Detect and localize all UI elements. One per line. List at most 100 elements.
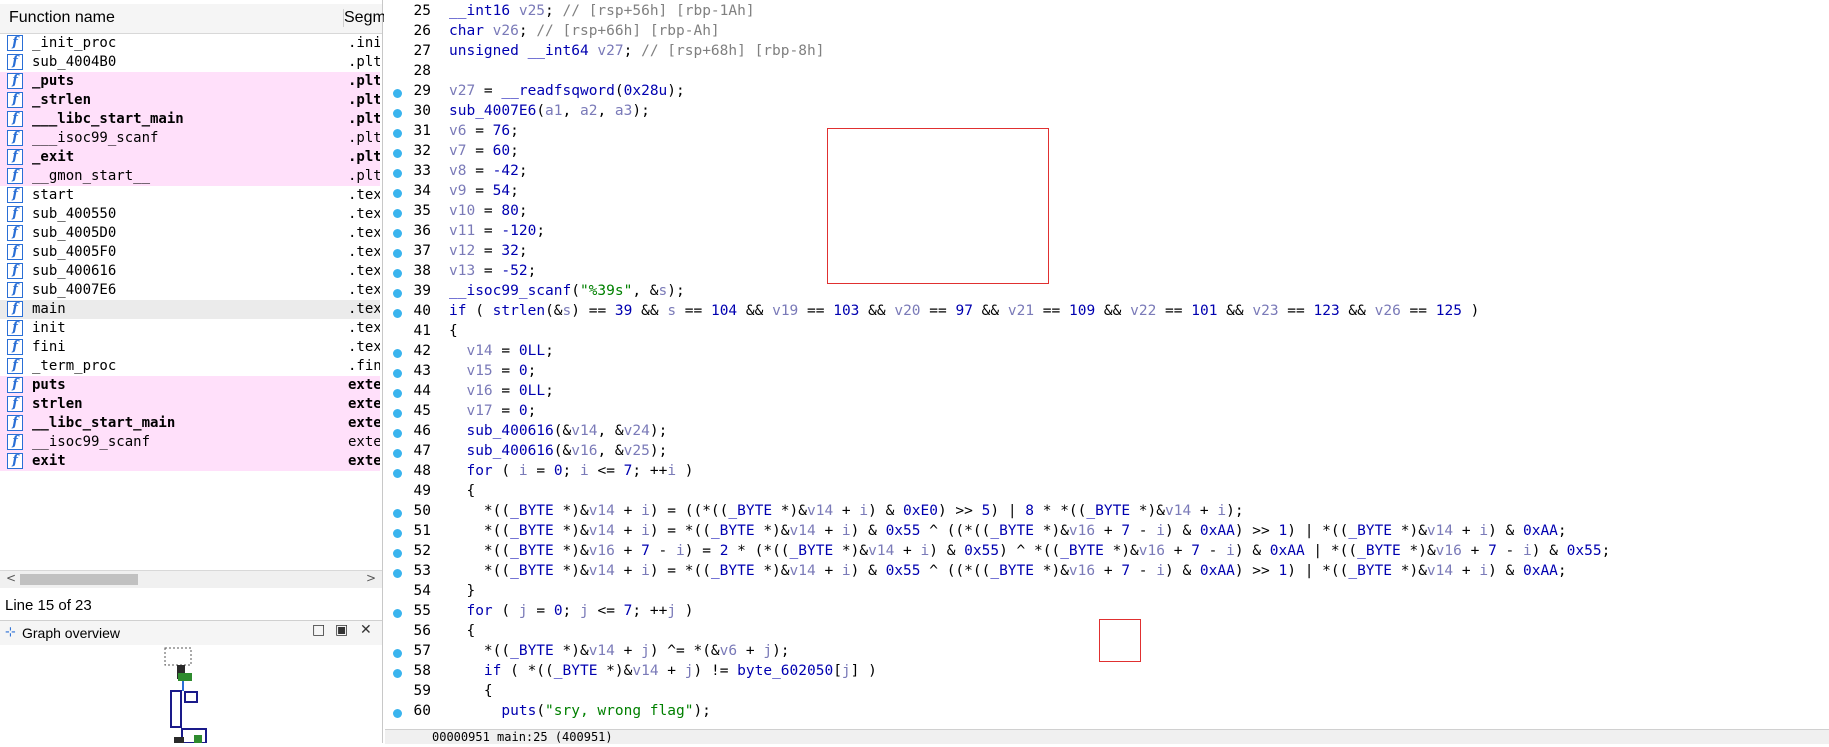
code-text[interactable]: puts("sry, wrong flag"); xyxy=(449,703,711,719)
function-row[interactable]: f __isoc99_scanf extern xyxy=(0,433,380,452)
function-row[interactable]: f sub_400550 .text xyxy=(0,205,380,224)
function-row[interactable]: f sub_4005D0 .text xyxy=(0,224,380,243)
code-line[interactable]: 50 *((_BYTE *)&v14 + i) = ((*((_BYTE *)&… xyxy=(385,503,1825,523)
code-text[interactable]: { xyxy=(449,683,493,699)
code-line[interactable]: 34 v9 = 54; xyxy=(385,183,1825,203)
code-line[interactable]: 31 v6 = 76; xyxy=(385,123,1825,143)
code-line[interactable]: 48 for ( i = 0; i <= 7; ++i ) xyxy=(385,463,1825,483)
code-line[interactable]: 60 puts("sry, wrong flag"); xyxy=(385,703,1825,723)
code-line[interactable]: 30 sub_4007E6(a1, a2, a3); xyxy=(385,103,1825,123)
code-line[interactable]: 47 sub_400616(&v16, &v25); xyxy=(385,443,1825,463)
code-line[interactable]: 58 if ( *((_BYTE *)&v14 + j) != byte_602… xyxy=(385,663,1825,683)
function-row[interactable]: f _puts .plt xyxy=(0,72,380,91)
float-window-icon[interactable]: ▣ xyxy=(335,622,348,638)
code-line[interactable]: 38 v13 = -52; xyxy=(385,263,1825,283)
code-text[interactable]: sub_400616(&v16, &v25); xyxy=(449,443,667,459)
code-line[interactable]: 51 *((_BYTE *)&v14 + i) = *((_BYTE *)&v1… xyxy=(385,523,1825,543)
code-line[interactable]: 45 v17 = 0; xyxy=(385,403,1825,423)
code-line[interactable]: 32 v7 = 60; xyxy=(385,143,1825,163)
code-line[interactable]: 27 unsigned __int64 v27; // [rsp+68h] [rb… xyxy=(385,43,1825,63)
function-row[interactable]: f _init_proc .init xyxy=(0,34,380,53)
function-row[interactable]: f _exit .plt xyxy=(0,148,380,167)
code-text[interactable]: __int16 v25; // [rsp+56h] [rbp-1Ah] xyxy=(449,3,755,19)
code-text[interactable]: *((_BYTE *)&v14 + i) = *((_BYTE *)&v14 +… xyxy=(449,563,1567,579)
code-line[interactable]: 40 if ( strlen(&s) == 39 && s == 104 && v… xyxy=(385,303,1825,323)
code-text[interactable]: v12 = 32; xyxy=(449,243,528,259)
code-text[interactable]: { xyxy=(449,483,475,499)
code-text[interactable]: v27 = __readfsqword(0x28u); xyxy=(449,83,685,99)
pseudocode-view[interactable]: 25 __int16 v25; // [rsp+56h] [rbp-1Ah] 26 c… xyxy=(385,0,1829,743)
code-text[interactable]: unsigned __int64 v27; // [rsp+68h] [rbp-… xyxy=(449,43,824,59)
function-row[interactable]: f ___libc_start_main .plt xyxy=(0,110,380,129)
code-text[interactable]: v9 = 54; xyxy=(449,183,519,199)
code-text[interactable]: v14 = 0LL; xyxy=(449,343,553,359)
function-row[interactable]: ffini .text xyxy=(0,338,380,357)
functions-horizontal-scrollbar[interactable]: < > xyxy=(0,570,382,588)
close-icon[interactable]: ✕ xyxy=(360,622,372,638)
code-text[interactable]: if ( *((_BYTE *)&v14 + j) != byte_602050… xyxy=(449,663,877,679)
code-text[interactable]: v11 = -120; xyxy=(449,223,545,239)
code-text[interactable]: for ( j = 0; j <= 7; ++j ) xyxy=(449,603,693,619)
code-line[interactable]: 46 sub_400616(&v14, &v24); xyxy=(385,423,1825,443)
function-row[interactable]: f ___isoc99_scanf .plt xyxy=(0,129,380,148)
code-line[interactable]: 33 v8 = -42; xyxy=(385,163,1825,183)
function-row[interactable]: fputs extern xyxy=(0,376,380,395)
code-line[interactable]: 44 v16 = 0LL; xyxy=(385,383,1825,403)
function-row[interactable]: f _strlen .plt xyxy=(0,91,380,110)
code-line[interactable]: 37 v12 = 32; xyxy=(385,243,1825,263)
code-line[interactable]: 28 xyxy=(385,63,1825,83)
function-row[interactable]: fstart .text xyxy=(0,186,380,205)
code-text[interactable]: v13 = -52; xyxy=(449,263,536,279)
function-row[interactable]: f sub_400616 .text xyxy=(0,262,380,281)
code-line[interactable]: 39 __isoc99_scanf("%39s", &s); xyxy=(385,283,1825,303)
function-row[interactable]: finit .text xyxy=(0,319,380,338)
code-line[interactable]: 59 { xyxy=(385,683,1825,703)
code-text[interactable]: { xyxy=(449,323,458,339)
function-row[interactable]: fmain .text xyxy=(0,300,380,319)
code-line[interactable]: 49 { xyxy=(385,483,1825,503)
function-row[interactable]: f sub_4007E6 .text xyxy=(0,281,380,300)
code-text[interactable]: v10 = 80; xyxy=(449,203,528,219)
code-text[interactable]: sub_4007E6(a1, a2, a3); xyxy=(449,103,650,119)
code-text[interactable]: *((_BYTE *)&v14 + i) = *((_BYTE *)&v14 +… xyxy=(449,523,1567,539)
function-row[interactable]: f __gmon_start__ .plt xyxy=(0,167,380,186)
code-text[interactable]: __isoc99_scanf("%39s", &s); xyxy=(449,283,685,299)
code-line[interactable]: 52 *((_BYTE *)&v16 + 7 - i) = 2 * (*((_B… xyxy=(385,543,1825,563)
code-text[interactable]: char v26; // [rsp+66h] [rbp-Ah] xyxy=(449,23,720,39)
code-text[interactable]: v15 = 0; xyxy=(449,363,536,379)
code-line[interactable]: 42 v14 = 0LL; xyxy=(385,343,1825,363)
code-text[interactable]: v17 = 0; xyxy=(449,403,536,419)
code-text[interactable]: v8 = -42; xyxy=(449,163,528,179)
code-text[interactable]: for ( i = 0; i <= 7; ++i ) xyxy=(449,463,693,479)
scroll-left-arrow-icon[interactable]: < xyxy=(6,571,16,585)
code-line[interactable]: 43 v15 = 0; xyxy=(385,363,1825,383)
column-header-function-name[interactable]: Function name xyxy=(9,9,115,27)
code-line[interactable]: 53 *((_BYTE *)&v14 + i) = *((_BYTE *)&v1… xyxy=(385,563,1825,583)
function-row[interactable]: f sub_4004B0 .plt xyxy=(0,53,380,72)
code-line[interactable]: 54 } xyxy=(385,583,1825,603)
graph-overview-canvas[interactable] xyxy=(0,645,382,744)
code-text[interactable]: v7 = 60; xyxy=(449,143,519,159)
code-text[interactable]: { xyxy=(449,623,475,639)
pin-window-icon[interactable]: □ xyxy=(312,622,325,638)
function-row[interactable]: f sub_4005F0 .text xyxy=(0,243,380,262)
code-text[interactable]: if ( strlen(&s) == 39 && s == 104 && v19… xyxy=(449,303,1479,319)
code-text[interactable]: *((_BYTE *)&v14 + i) = ((*((_BYTE *)&v14… xyxy=(449,503,1244,519)
function-row[interactable]: f _term_proc .fini xyxy=(0,357,380,376)
code-line[interactable]: 41 { xyxy=(385,323,1825,343)
function-row[interactable]: fstrlen extern xyxy=(0,395,380,414)
code-text[interactable]: *((_BYTE *)&v14 + j) ^= *(&v6 + j); xyxy=(449,643,790,659)
code-line[interactable]: 26 char v26; // [rsp+66h] [rbp-Ah] xyxy=(385,23,1825,43)
code-text[interactable]: v16 = 0LL; xyxy=(449,383,553,399)
code-text[interactable]: v6 = 76; xyxy=(449,123,519,139)
code-text[interactable]: } xyxy=(449,583,475,599)
code-line[interactable]: 25 __int16 v25; // [rsp+56h] [rbp-1Ah] xyxy=(385,3,1825,23)
function-row[interactable]: f __libc_start_main extern xyxy=(0,414,380,433)
code-line[interactable]: 29 v27 = __readfsqword(0x28u); xyxy=(385,83,1825,103)
code-line[interactable]: 35 v10 = 80; xyxy=(385,203,1825,223)
code-text[interactable]: *((_BYTE *)&v16 + 7 - i) = 2 * (*((_BYTE… xyxy=(449,543,1610,559)
column-header-segment[interactable]: Segment xyxy=(343,9,384,27)
code-text[interactable]: sub_400616(&v14, &v24); xyxy=(449,423,667,439)
scroll-right-arrow-icon[interactable]: > xyxy=(366,571,376,585)
code-line[interactable]: 36 v11 = -120; xyxy=(385,223,1825,243)
